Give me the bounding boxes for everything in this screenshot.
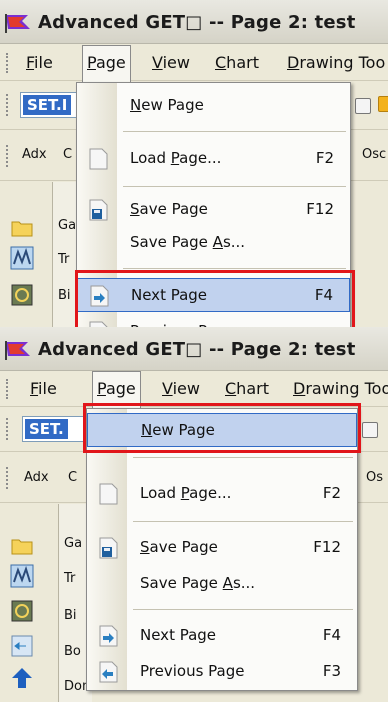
menu-chart[interactable]: Chart — [215, 45, 259, 81]
menu-item-save-page-as[interactable]: Save Page As... — [77, 226, 350, 260]
menu-view[interactable]: View — [152, 45, 190, 81]
menu-drawing-tools[interactable]: Drawing Too — [287, 45, 385, 81]
shortcut-f12: F12 — [306, 200, 334, 218]
menubar-grip[interactable] — [6, 379, 9, 399]
shortcut-f4: F4 — [314, 286, 333, 304]
menu-item-previous-page[interactable]: Previous Page — [77, 315, 350, 327]
menu-item-save-page[interactable]: Save Page F12 — [77, 193, 350, 227]
zoom-icon[interactable] — [355, 98, 371, 114]
left-tool-panel — [0, 504, 46, 702]
menu-separator — [123, 186, 346, 187]
zoom-icon[interactable] — [362, 422, 378, 438]
menu-separator — [133, 521, 353, 522]
menu-item-next-page[interactable]: Next Page F4 — [87, 619, 357, 653]
menu-item-save-page[interactable]: Save Page F12 — [87, 531, 357, 565]
menu-bar: File Page View Chart Drawing Too — [0, 45, 388, 82]
menu-view[interactable]: View — [162, 371, 200, 407]
menu-bar: File Page View Chart Drawing Too — [0, 371, 388, 408]
back-arrow-icon[interactable] — [10, 634, 34, 658]
os-button[interactable]: Os — [366, 470, 383, 485]
menu-item-load-page[interactable]: Load Page... F2 — [77, 142, 350, 176]
menu-item-load-page[interactable]: Load Page... F2 — [87, 477, 357, 511]
previous-page-icon — [99, 661, 118, 683]
menu-drawing-tools[interactable]: Drawing Too — [293, 371, 388, 407]
save-page-icon — [99, 537, 118, 559]
shortcut-f2: F2 — [322, 484, 341, 502]
adx-button[interactable]: Adx — [24, 470, 49, 485]
toolbar-grip[interactable] — [6, 418, 9, 440]
tool-item-ga[interactable]: Ga — [58, 218, 76, 233]
tool-icon[interactable] — [378, 96, 388, 112]
menu-item-new-page[interactable]: New Page — [77, 89, 350, 123]
circle-icon[interactable] — [10, 599, 34, 623]
tool-item-bi[interactable]: Bi — [64, 608, 77, 623]
toolbar2-grip[interactable] — [6, 467, 9, 489]
tool-item-bi[interactable]: Bi — [58, 288, 71, 303]
symbol-value: SET.I — [23, 95, 72, 115]
tool-item-tr[interactable]: Tr — [58, 252, 69, 267]
menubar-grip[interactable] — [6, 53, 9, 73]
page-menu-dropdown: New Page Load Page... F2 Save Page F12 S… — [76, 82, 351, 327]
pattern-icon[interactable] — [10, 564, 34, 588]
menu-item-previous-page[interactable]: Previous Page F3 — [87, 655, 357, 689]
title-bar: Advanced GET□ -- Page 2: test — [0, 0, 388, 44]
menu-page[interactable]: Page — [92, 371, 141, 408]
pattern-icon[interactable] — [10, 246, 34, 270]
toolbar-grip[interactable] — [6, 94, 9, 116]
tool-item-ga[interactable]: Ga — [64, 536, 82, 551]
load-page-icon — [99, 483, 118, 505]
menu-chart[interactable]: Chart — [225, 371, 269, 407]
left-tool-panel — [0, 182, 46, 327]
adx-button[interactable]: Adx — [22, 147, 47, 162]
shortcut-f4: F4 — [322, 626, 341, 644]
menu-item-save-page-as[interactable]: Save Page As... — [87, 567, 357, 601]
c-button[interactable]: C — [63, 147, 72, 162]
up-arrow-icon[interactable] — [10, 666, 34, 690]
app-flag-icon — [5, 14, 30, 33]
save-page-icon — [89, 199, 108, 221]
tool-item-tr[interactable]: Tr — [64, 571, 75, 586]
page-menu-dropdown: New Page Load Page... F2 Save Page F12 S… — [86, 408, 358, 691]
symbol-combo[interactable]: SET.I — [20, 92, 80, 118]
toolbar2-grip[interactable] — [6, 145, 9, 167]
osc-button[interactable]: Osc — [362, 147, 386, 162]
folder-icon[interactable] — [10, 534, 34, 558]
menu-file[interactable]: File — [30, 371, 57, 407]
window-title: Advanced GET□ -- Page 2: test — [38, 12, 356, 33]
previous-page-icon — [89, 321, 108, 327]
symbol-value: SET. — [25, 419, 68, 439]
window-title: Advanced GET□ -- Page 2: test — [38, 339, 356, 360]
menu-page[interactable]: Page — [82, 45, 131, 82]
screenshot-top: Advanced GET□ -- Page 2: test File Page … — [0, 0, 388, 327]
title-bar: Advanced GET□ -- Page 2: test — [0, 327, 388, 371]
menu-file[interactable]: File — [26, 45, 53, 81]
menu-separator — [123, 268, 346, 269]
folder-icon[interactable] — [10, 216, 34, 240]
shortcut-f12: F12 — [313, 538, 341, 556]
c-button[interactable]: C — [68, 470, 77, 485]
menu-separator — [123, 131, 346, 132]
shortcut-f3: F3 — [322, 662, 341, 680]
shortcut-f2: F2 — [315, 149, 334, 167]
menu-separator — [133, 609, 353, 610]
load-page-icon — [89, 148, 108, 170]
menu-item-next-page[interactable]: Next Page F4 — [77, 278, 350, 312]
menu-item-new-page[interactable]: New Page — [87, 413, 357, 447]
circle-icon[interactable] — [10, 283, 34, 307]
next-page-icon — [99, 625, 118, 647]
tool-item-bo[interactable]: Bo — [64, 644, 81, 659]
screenshot-bottom: Advanced GET□ -- Page 2: test File Page … — [0, 327, 388, 702]
app-flag-icon — [5, 341, 30, 360]
symbol-combo[interactable]: SET. — [22, 416, 84, 442]
menu-separator — [133, 457, 353, 458]
next-page-icon — [90, 285, 109, 307]
